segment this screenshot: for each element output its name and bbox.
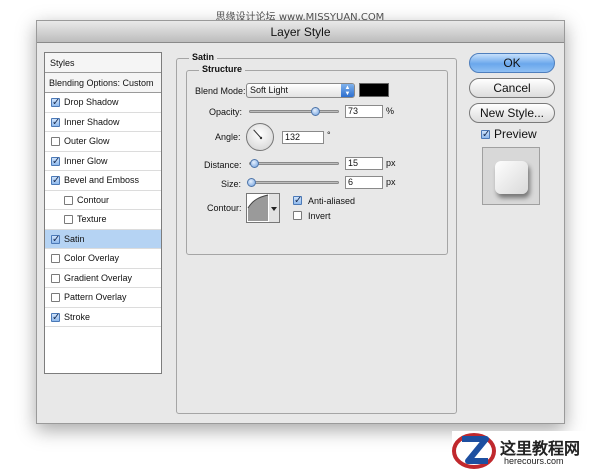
select-arrows-icon: ▲ ▼ — [341, 84, 354, 97]
satin-group-title: Satin — [189, 52, 218, 62]
preview-checkbox[interactable] — [481, 130, 490, 139]
distance-label: Distance: — [204, 160, 242, 170]
style-item-checkbox[interactable] — [51, 176, 60, 185]
blend-mode-value: Soft Light — [250, 85, 289, 95]
style-item-label: Satin — [64, 233, 85, 244]
style-item-checkbox[interactable] — [51, 234, 60, 244]
angle-dial[interactable] — [246, 123, 274, 151]
opacity-unit: % — [386, 106, 395, 116]
structure-group-title: Structure — [199, 64, 246, 74]
style-item-texture[interactable]: Texture — [45, 210, 161, 230]
style-item-color-overlay[interactable]: Color Overlay — [45, 249, 161, 269]
opacity-slider-thumb[interactable] — [310, 107, 320, 116]
style-item-label: Pattern Overlay — [64, 292, 127, 302]
logo-z-icon — [452, 433, 496, 469]
preview-shape — [495, 161, 528, 194]
satin-color-swatch[interactable] — [359, 83, 389, 97]
size-slider-thumb[interactable] — [246, 178, 256, 187]
distance-unit: px — [386, 158, 396, 168]
angle-dial-needle-icon — [253, 129, 263, 140]
style-item-pattern-overlay[interactable]: Pattern Overlay — [45, 288, 161, 308]
style-item-label: Inner Shadow — [64, 116, 120, 127]
style-item-label: Texture — [77, 214, 107, 224]
style-item-stroke[interactable]: Stroke — [45, 308, 161, 327]
style-item-bevel-and-emboss[interactable]: Bevel and Emboss — [45, 171, 161, 191]
style-item-label: Bevel and Emboss — [64, 175, 140, 185]
style-item-inner-glow[interactable]: Inner Glow — [45, 152, 161, 171]
ok-button[interactable]: OK — [469, 53, 555, 73]
distance-slider-track[interactable] — [249, 162, 339, 165]
style-item-label: Inner Glow — [64, 155, 108, 166]
style-item-checkbox[interactable] — [51, 254, 60, 263]
window-title: Layer Style — [37, 21, 564, 43]
size-slider-track[interactable] — [249, 181, 339, 184]
anti-aliased-label: Anti-aliased — [308, 196, 356, 206]
style-item-checkbox[interactable] — [51, 312, 60, 322]
size-input[interactable]: 6 — [345, 176, 383, 189]
opacity-label: Opacity: — [209, 107, 243, 117]
contour-curve-icon — [247, 194, 279, 222]
contour-picker[interactable] — [246, 193, 280, 223]
blend-mode-select[interactable]: Soft Light ▲ ▼ — [246, 83, 355, 98]
style-item-checkbox[interactable] — [51, 98, 60, 107]
opacity-slider-track[interactable] — [249, 110, 339, 113]
size-label: Size: — [221, 179, 242, 189]
site-logo: 这里教程网 herecours.com — [452, 431, 600, 474]
style-items: Drop Shadow Inner Shadow Outer Glow Inner G… — [45, 93, 161, 327]
style-item-inner-shadow[interactable]: Inner Shadow — [45, 113, 161, 132]
style-item-outer-glow[interactable]: Outer Glow — [45, 132, 161, 152]
invert-label: Invert — [308, 211, 331, 221]
style-item-label: Outer Glow — [64, 136, 110, 146]
style-item-label: Stroke — [64, 311, 91, 322]
preview-label: Preview — [494, 127, 537, 141]
style-item-checkbox[interactable] — [51, 273, 60, 283]
preview-toggle[interactable]: Preview — [481, 127, 537, 141]
opacity-input[interactable]: 73 — [345, 105, 383, 118]
distance-input[interactable]: 15 — [345, 157, 383, 170]
styles-header[interactable]: Styles — [45, 53, 161, 73]
blend-mode-label: Blend Mode: — [195, 86, 246, 96]
logo-en-text: herecours.com — [504, 456, 564, 466]
style-item-checkbox[interactable] — [64, 215, 73, 224]
style-item-label: Contour — [77, 194, 110, 205]
style-item-label: Drop Shadow — [64, 97, 119, 107]
anti-aliased-checkbox[interactable] — [293, 196, 302, 205]
style-item-checkbox[interactable] — [51, 293, 60, 302]
new-style-button[interactable]: New Style... — [469, 103, 555, 123]
style-item-label: Color Overlay — [64, 253, 120, 263]
invert-checkbox[interactable] — [293, 211, 302, 220]
style-item-satin[interactable]: Satin — [45, 229, 161, 249]
contour-label: Contour: — [207, 203, 242, 213]
style-item-checkbox[interactable] — [64, 195, 73, 205]
style-item-checkbox[interactable] — [51, 156, 60, 166]
size-unit: px — [386, 177, 396, 187]
preview-thumbnail — [482, 147, 540, 205]
angle-label: Angle: — [215, 132, 241, 142]
blending-options-item[interactable]: Blending Options: Custom — [45, 73, 161, 93]
cancel-button[interactable]: Cancel — [469, 78, 555, 98]
style-item-contour[interactable]: Contour — [45, 191, 161, 210]
style-item-checkbox[interactable] — [51, 137, 60, 146]
style-item-checkbox[interactable] — [51, 117, 60, 127]
angle-unit: ° — [327, 130, 331, 140]
style-item-drop-shadow[interactable]: Drop Shadow — [45, 93, 161, 113]
style-item-label: Gradient Overlay — [64, 272, 133, 283]
style-item-gradient-overlay[interactable]: Gradient Overlay — [45, 269, 161, 288]
angle-input[interactable]: 132 — [282, 131, 324, 144]
styles-list: Styles Blending Options: Custom Drop Sha… — [44, 52, 162, 374]
